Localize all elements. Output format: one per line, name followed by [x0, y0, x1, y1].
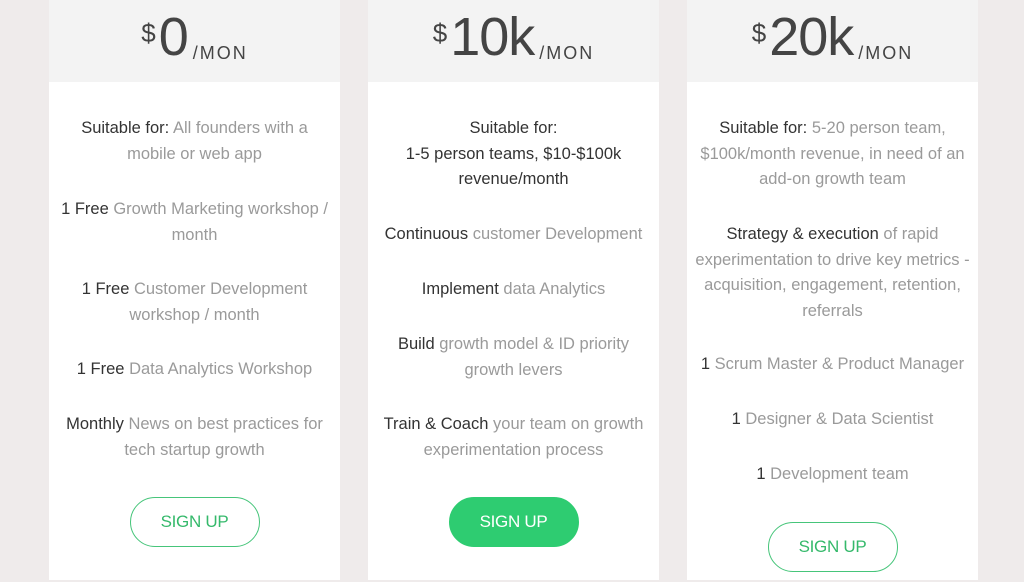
feature-muted: customer Development	[472, 225, 643, 243]
feature-strong: Strategy & execution	[726, 225, 879, 243]
feature-strong: Suitable for:	[719, 119, 808, 137]
feature-item: Implement data Analytics	[368, 277, 659, 303]
feature-strong: Implement	[421, 280, 499, 298]
feature-muted: Growth Marketing workshop / month	[113, 200, 328, 244]
feature-list: Suitable for: All founders with a mobile…	[49, 82, 340, 580]
feature-item: Train & Coach your team on growth experi…	[368, 412, 659, 463]
feature-item: Suitable for: All founders with a mobile…	[49, 116, 340, 167]
feature-strong: 1	[731, 410, 741, 428]
sign-up-button[interactable]: SIGN UP	[448, 497, 579, 547]
pricing-card-10k: $ 10k /MON Suitable for: 1-5 person team…	[368, 0, 659, 580]
feature-muted: Customer Development workshop / month	[129, 280, 308, 324]
feature-item: 1 Scrum Master & Product Manager	[687, 352, 978, 378]
feature-item: Monthly News on best practices for tech …	[49, 412, 340, 463]
feature-muted: Development team	[770, 465, 909, 483]
price-period: /MON	[539, 43, 595, 63]
price-period: /MON	[192, 43, 248, 63]
feature-strong: 1 Free	[61, 200, 109, 218]
price-currency: $	[432, 18, 448, 48]
feature-muted: growth model & ID priority growth levers	[439, 335, 630, 379]
feature-strong-detail: 1-5 person teams, $10-$100k revenue/mont…	[405, 144, 622, 189]
sign-up-button[interactable]: SIGN UP	[767, 522, 898, 572]
feature-item: Suitable for: 5-20 person team, $100k/mo…	[687, 116, 978, 193]
feature-strong: Train & Coach	[383, 415, 489, 433]
price-currency: $	[141, 18, 156, 48]
sign-up-button[interactable]: SIGN UP	[129, 497, 260, 547]
feature-item: 1 Designer & Data Scientist	[687, 407, 978, 433]
feature-item: Build growth model & ID priority growth …	[368, 332, 659, 383]
price: $ 0 /MON	[141, 4, 248, 64]
feature-strong: Build	[397, 335, 435, 353]
price-amount: 20k	[769, 7, 854, 67]
feature-strong: 1	[700, 355, 711, 373]
price-amount: 10k	[450, 7, 535, 67]
price-amount: 0	[158, 7, 189, 67]
price-header: $ 10k /MON	[368, 0, 659, 82]
feature-strong: 1 Free	[81, 280, 130, 298]
price: $ 20k /MON	[752, 4, 914, 64]
feature-strong: Monthly	[66, 415, 124, 433]
feature-strong: Continuous	[384, 225, 469, 243]
feature-strong: Suitable for:	[81, 119, 170, 137]
feature-item: Strategy & execution of rapid experiment…	[687, 222, 978, 324]
feature-muted: News on best practices for tech startup …	[124, 415, 323, 459]
feature-muted: data Analytics	[503, 280, 606, 298]
feature-item: 1 Free Growth Marketing workshop / month	[49, 197, 340, 248]
feature-item: 1 Development team	[687, 462, 978, 488]
price-header: $ 0 /MON	[49, 0, 340, 82]
feature-list: Suitable for: 1-5 person teams, $10-$100…	[368, 82, 659, 580]
feature-item: Continuous customer Development	[368, 222, 659, 248]
feature-item: 1 Free Data Analytics Workshop	[49, 357, 340, 383]
price-period: /MON	[858, 43, 914, 63]
price: $ 10k /MON	[433, 4, 595, 64]
feature-item: 1 Free Customer Development workshop / m…	[49, 277, 340, 328]
feature-muted: Designer & Data Scientist	[745, 410, 934, 428]
feature-muted: Data Analytics Workshop	[129, 360, 313, 378]
feature-strong: 1	[756, 465, 766, 483]
price-currency: $	[751, 18, 767, 48]
feature-item: Suitable for: 1-5 person teams, $10-$100…	[368, 116, 659, 193]
pricing-card-20k: $ 20k /MON Suitable for: 5-20 person tea…	[687, 0, 978, 580]
feature-muted: Scrum Master & Product Manager	[714, 355, 965, 373]
feature-strong: Suitable for:	[469, 119, 558, 137]
price-header: $ 20k /MON	[687, 0, 978, 82]
pricing-card-free: $ 0 /MON Suitable for: All founders with…	[49, 0, 340, 580]
feature-strong: 1 Free	[76, 360, 125, 378]
feature-list: Suitable for: 5-20 person team, $100k/mo…	[687, 82, 978, 580]
